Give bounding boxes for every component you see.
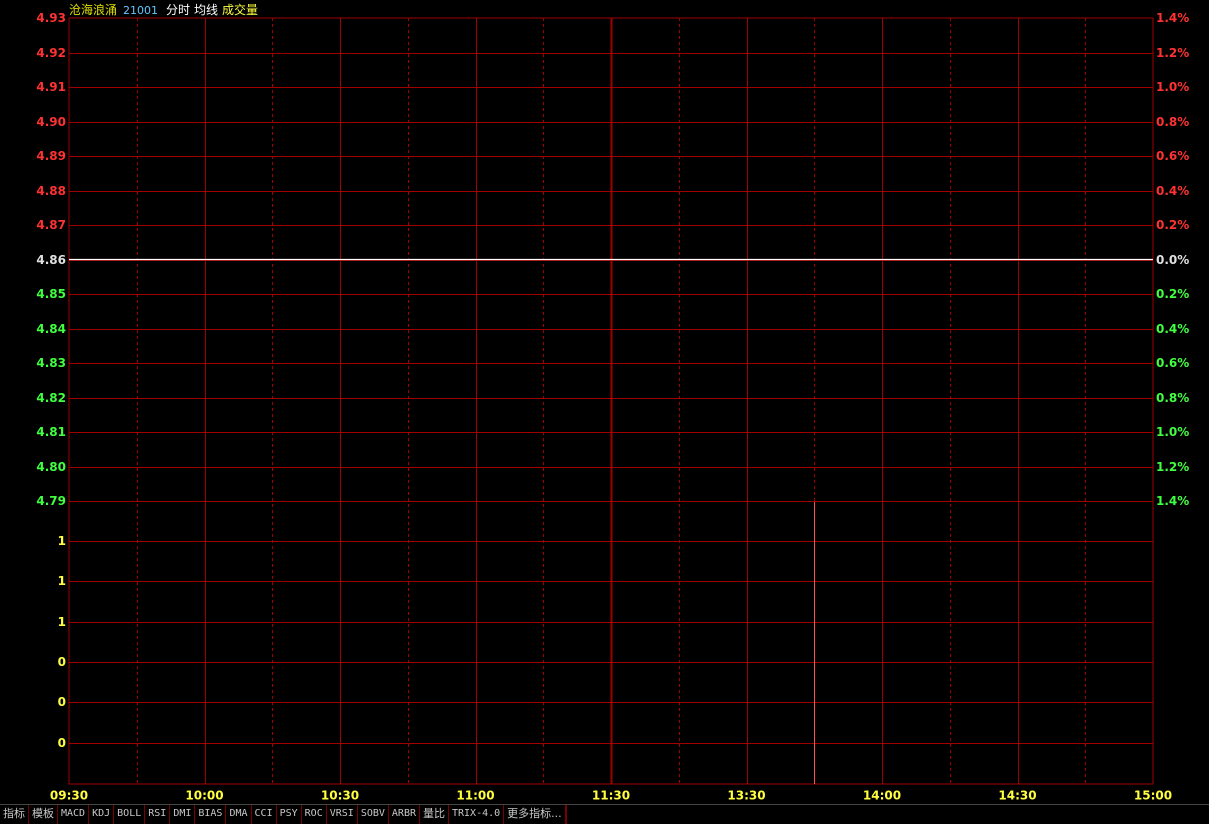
percent-axis-label: 0.0%: [1156, 253, 1189, 267]
price-axis-label: 4.86: [36, 253, 66, 267]
price-axis-label: 4.87: [36, 218, 66, 232]
percent-axis-label: 1.4%: [1156, 11, 1189, 25]
volume-axis-label: 1: [58, 574, 66, 588]
tab-kdj[interactable]: KDJ: [89, 805, 115, 824]
price-axis-label: 4.83: [36, 356, 66, 370]
tab-bias[interactable]: BIAS: [195, 805, 227, 824]
time-axis-label: 10:30: [321, 789, 359, 803]
percent-axis-label: 0.6%: [1156, 356, 1189, 370]
tab-dma[interactable]: DMA: [226, 805, 252, 824]
tab-sobv[interactable]: SOBV: [358, 805, 389, 824]
tab-bar-filler: [565, 805, 1209, 824]
percent-axis-label: 0.4%: [1156, 184, 1189, 198]
percent-axis-label: 1.4%: [1156, 494, 1189, 508]
percent-axis-label: 0.2%: [1156, 287, 1189, 301]
price-axis-label: 4.89: [36, 149, 66, 163]
stock-code: 21001: [123, 4, 159, 17]
price-axis-label: 4.80: [36, 460, 66, 474]
volume-axis-label: 0: [58, 655, 66, 669]
volume-axis-label: 0: [58, 736, 66, 750]
tab-more-indicators[interactable]: 更多指标...: [504, 805, 566, 824]
time-axis-label: 09:30: [50, 789, 88, 803]
percent-axis-label: 0.4%: [1156, 322, 1189, 336]
chart-mode-label: 分时: [166, 3, 191, 17]
percent-axis-label: 1.2%: [1156, 46, 1189, 60]
volume-label: 成交量: [222, 3, 259, 17]
tab-boll[interactable]: BOLL: [114, 805, 146, 824]
time-axis-label: 15:00: [1134, 789, 1172, 803]
price-axis-label: 4.90: [36, 115, 66, 129]
price-axis-label: 4.81: [36, 425, 66, 439]
tab-arbr[interactable]: ARBR: [389, 805, 420, 824]
percent-axis-label: 1.0%: [1156, 80, 1189, 94]
time-axis-label: 14:00: [863, 789, 901, 803]
percent-axis-label: 1.2%: [1156, 460, 1189, 474]
price-axis-label: 4.85: [36, 287, 66, 301]
volume-axis-label: 0: [58, 695, 66, 709]
tab-trix[interactable]: TRIX-4.0: [449, 805, 505, 824]
tab-roc[interactable]: ROC: [302, 805, 327, 824]
average-line-label: 均线: [194, 3, 219, 17]
time-axis-label: 10:00: [185, 789, 223, 803]
chart-title: 沧海浪涌 21001 分时 均线 成交量: [69, 2, 258, 18]
tab-dmi[interactable]: DMI: [170, 805, 196, 824]
price-axis-label: 4.92: [36, 46, 66, 60]
time-axis-label: 11:00: [456, 789, 494, 803]
tab-vrsi[interactable]: VRSI: [327, 805, 358, 824]
volume-axis-label: 1: [58, 615, 66, 629]
tab-template[interactable]: 模板: [29, 805, 58, 824]
price-axis-label: 4.82: [36, 391, 66, 405]
price-axis-label: 4.79: [36, 494, 66, 508]
stock-name: 沧海浪涌: [69, 3, 118, 17]
percent-axis-label: 1.0%: [1156, 425, 1189, 439]
percent-axis-label: 0.6%: [1156, 149, 1189, 163]
indicator-tab-bar: 指标 模板 MACD KDJ BOLL RSI DMI BIAS DMA CCI…: [0, 804, 1209, 824]
tab-macd[interactable]: MACD: [58, 805, 90, 824]
price-axis-label: 4.88: [36, 184, 66, 198]
percent-axis-label: 0.8%: [1156, 115, 1189, 129]
volume-axis-label: 1: [58, 534, 66, 548]
tab-cci[interactable]: CCI: [252, 805, 277, 824]
price-axis-label: 4.84: [36, 322, 66, 336]
tab-indicator[interactable]: 指标: [0, 805, 29, 824]
tab-volume-ratio[interactable]: 量比: [420, 805, 449, 824]
time-axis-label: 11:30: [592, 789, 630, 803]
time-axis-label: 14:30: [998, 789, 1036, 803]
tab-rsi[interactable]: RSI: [145, 805, 171, 824]
price-axis-label: 4.91: [36, 80, 66, 94]
time-axis-label: 13:30: [727, 789, 765, 803]
price-axis-label: 4.93: [36, 11, 66, 25]
percent-axis-label: 0.8%: [1156, 391, 1189, 405]
percent-axis-label: 0.2%: [1156, 218, 1189, 232]
intraday-chart[interactable]: 4.93 1.4% 4.92 1.2% 4.91 1.0% 4.90 0.8% 4.89 0.6%…: [0, 0, 1209, 804]
tab-psy[interactable]: PSY: [277, 805, 302, 824]
